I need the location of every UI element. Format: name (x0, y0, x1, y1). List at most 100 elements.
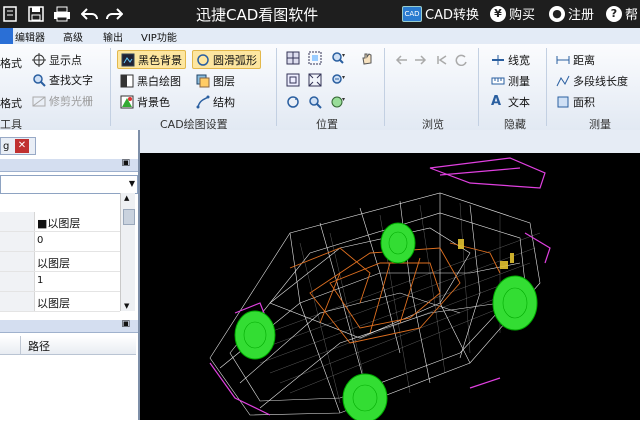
help-button[interactable]: ? 帮 (606, 4, 638, 23)
pin-icon[interactable]: ▣ (121, 158, 130, 168)
svg-text:▾: ▾ (342, 96, 345, 103)
property-name-cell (0, 272, 35, 291)
smooth-arc-icon (196, 53, 210, 67)
property-value: 1 (37, 275, 44, 286)
previous-icon[interactable] (392, 51, 410, 68)
background-color-button[interactable]: 背景色 (120, 93, 170, 110)
car-wireframe-drawing (209, 157, 551, 423)
user-icon: ● (549, 5, 565, 22)
svg-text:▾: ▾ (342, 74, 345, 81)
layers-button[interactable]: 图层 (196, 72, 235, 89)
save-icon[interactable] (26, 4, 46, 24)
drawing-header-strip (138, 130, 640, 153)
tab-advanced[interactable]: 高级 (63, 29, 83, 44)
text-toggle-label: 文本 (508, 95, 530, 109)
smooth-arc-button[interactable]: 圆滑弧形 (192, 50, 261, 69)
tab-output[interactable]: 输出 (103, 29, 123, 44)
file-panel-header: ▣ (0, 319, 138, 333)
structure-label: 结构 (213, 95, 235, 109)
polyline-icon (556, 74, 570, 88)
wheel-front-left (234, 310, 276, 360)
next-icon[interactable] (412, 51, 430, 68)
buy-button[interactable]: ¥ 购买 (490, 4, 535, 23)
trim-icon (32, 94, 46, 108)
find-text-label: 查找文字 (49, 73, 93, 87)
measure-toggle-button[interactable]: 测量 (491, 72, 530, 89)
wheel-front-right (342, 373, 388, 423)
zoom-in-icon[interactable]: ▾ (330, 49, 348, 66)
rotate-view-icon[interactable] (284, 93, 302, 110)
scroll-up-icon[interactable]: ▲ (124, 194, 129, 202)
property-row[interactable]: 0 (0, 232, 120, 252)
area-label: 面积 (573, 95, 595, 109)
tab-start[interactable] (0, 28, 13, 45)
show-points-button[interactable]: 显示点 (32, 51, 82, 68)
property-name-cell (0, 292, 35, 311)
zoom-window-icon[interactable] (306, 49, 324, 66)
black-background-icon (121, 53, 135, 67)
document-tab[interactable]: g ✕ (0, 137, 36, 155)
drawing-canvas[interactable] (140, 153, 640, 423)
property-row[interactable]: 以图层 (0, 292, 120, 312)
line-width-icon (491, 53, 505, 67)
format-button-2[interactable]: 格式 (0, 94, 22, 111)
black-white-draw-button[interactable]: 黑白绘图 (120, 72, 181, 89)
scrollbar-thumb[interactable] (123, 209, 135, 225)
property-name-cell (0, 232, 35, 251)
crosshair-icon (32, 52, 46, 67)
view-3d-icon[interactable]: ▾ (330, 93, 348, 110)
find-text-button[interactable]: 查找文字 (32, 71, 93, 88)
pin-icon[interactable]: ▣ (121, 319, 130, 329)
show-points-label: 显示点 (49, 53, 82, 67)
refresh-icon[interactable] (452, 51, 470, 68)
trim-raster-button[interactable]: 修剪光栅 (32, 92, 93, 109)
tab-vip[interactable]: VIP功能 (141, 29, 177, 44)
trim-raster-label: 修剪光栅 (49, 94, 93, 108)
polyline-length-button[interactable]: 多段线长度 (556, 72, 628, 89)
close-tab-icon[interactable]: ✕ (15, 139, 29, 153)
black-background-label: 黑色背景 (138, 53, 182, 67)
hand-pan-icon[interactable] (358, 49, 376, 66)
path-column-header[interactable]: 路径 (28, 338, 50, 354)
text-toggle-button[interactable]: A 文本 (491, 93, 530, 110)
tab-editor[interactable]: 编辑器 (15, 29, 45, 44)
cad-convert-icon: CAD (402, 5, 422, 22)
black-background-button[interactable]: 黑色背景 (117, 50, 186, 69)
line-width-button[interactable]: 线宽 (491, 51, 530, 68)
ribbon: 格式 格式 工具 显示点 查找文字 修剪光栅 黑色背景 圆滑弧形 黑白绘图 图层… (0, 44, 640, 131)
print-icon[interactable] (52, 4, 72, 24)
format-button-1[interactable]: 格式 (0, 54, 22, 71)
help-icon: ? (606, 5, 622, 22)
file-list-header: 路径 (0, 336, 136, 355)
fit-view-icon[interactable] (284, 71, 302, 88)
redo-icon[interactable] (104, 4, 124, 24)
structure-icon (196, 95, 210, 109)
register-button[interactable]: ● 注册 (549, 4, 594, 23)
structure-button[interactable]: 结构 (196, 93, 235, 110)
distance-button[interactable]: 距离 (556, 51, 595, 68)
cad-convert-label: CAD转换 (425, 8, 479, 23)
property-name-cell (0, 212, 35, 231)
search-icon (32, 73, 46, 87)
ribbon-separator (276, 48, 277, 126)
distance-label: 距离 (573, 53, 595, 67)
app-menu-icon[interactable] (0, 4, 20, 24)
area-button[interactable]: 面积 (556, 93, 595, 110)
cad-convert-button[interactable]: CAD CAD转换 (402, 4, 479, 23)
document-tab-label: g (3, 141, 10, 152)
zoom-out-icon[interactable]: ▾ (330, 71, 348, 88)
property-row[interactable]: ■以图层 (0, 212, 120, 232)
object-selector-dropdown[interactable]: ▼ (0, 175, 138, 194)
undo-icon[interactable] (80, 4, 100, 24)
polyline-length-label: 多段线长度 (573, 74, 628, 88)
black-white-draw-label: 黑白绘图 (137, 74, 181, 88)
zoom-previous-icon[interactable] (306, 93, 324, 110)
property-value: 以图层 (37, 297, 70, 310)
properties-scrollbar[interactable]: ▲ ▼ (120, 193, 135, 311)
property-row[interactable]: 1 (0, 272, 120, 292)
property-row[interactable]: 以图层 (0, 252, 120, 272)
pan-grid-icon[interactable] (284, 49, 302, 66)
scroll-down-icon[interactable]: ▼ (124, 302, 129, 310)
zoom-extents-icon[interactable] (306, 71, 324, 88)
first-page-icon[interactable] (432, 51, 450, 68)
